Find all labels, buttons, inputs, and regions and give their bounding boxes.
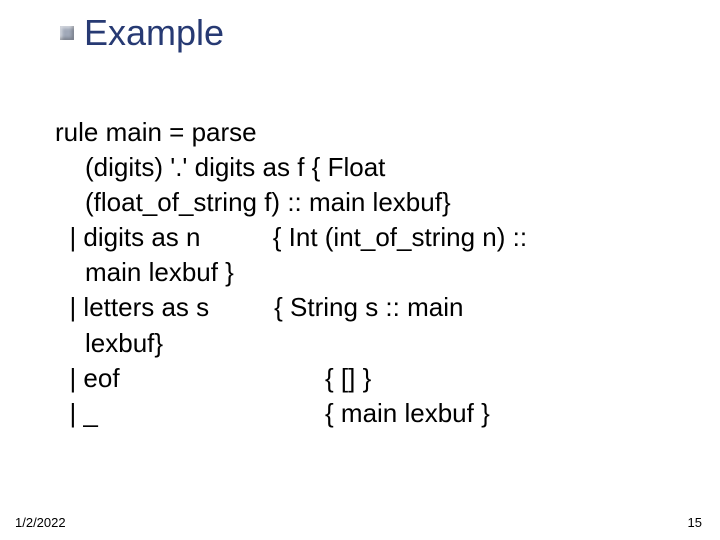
code-text: | digits as n { Int (int_of_string n) :: [69,222,527,252]
code-line: (digits) '.' digits as f { Float [55,150,680,185]
code-line: | _ { main lexbuf } [55,396,680,431]
code-line: main lexbuf } [55,255,680,290]
code-text: { [] } [325,361,371,396]
code-text: { main lexbuf } [325,396,490,431]
code-line: rule main = parse [55,115,680,150]
code-text: | _ [69,398,97,428]
code-line: (float_of_string f) :: main lexbuf} [55,185,680,220]
footer-page-number: 15 [688,515,702,530]
code-line: lexbuf} [55,326,680,361]
code-line: | letters as s { String s :: main [55,290,680,325]
code-line: | digits as n { Int (int_of_string n) :: [55,220,680,255]
title-bullet-icon [60,26,74,40]
title-row: Example [60,12,224,54]
slide-body: rule main = parse (digits) '.' digits as… [55,115,680,431]
slide-title: Example [84,12,224,54]
slide: Example rule main = parse (digits) '.' d… [0,0,720,540]
code-text: | letters as s { String s :: main [69,292,463,322]
code-text: | eof [69,363,119,393]
footer: 1/2/2022 15 [0,510,720,530]
footer-date: 1/2/2022 [15,515,66,530]
code-line: | eof { [] } [55,361,680,396]
